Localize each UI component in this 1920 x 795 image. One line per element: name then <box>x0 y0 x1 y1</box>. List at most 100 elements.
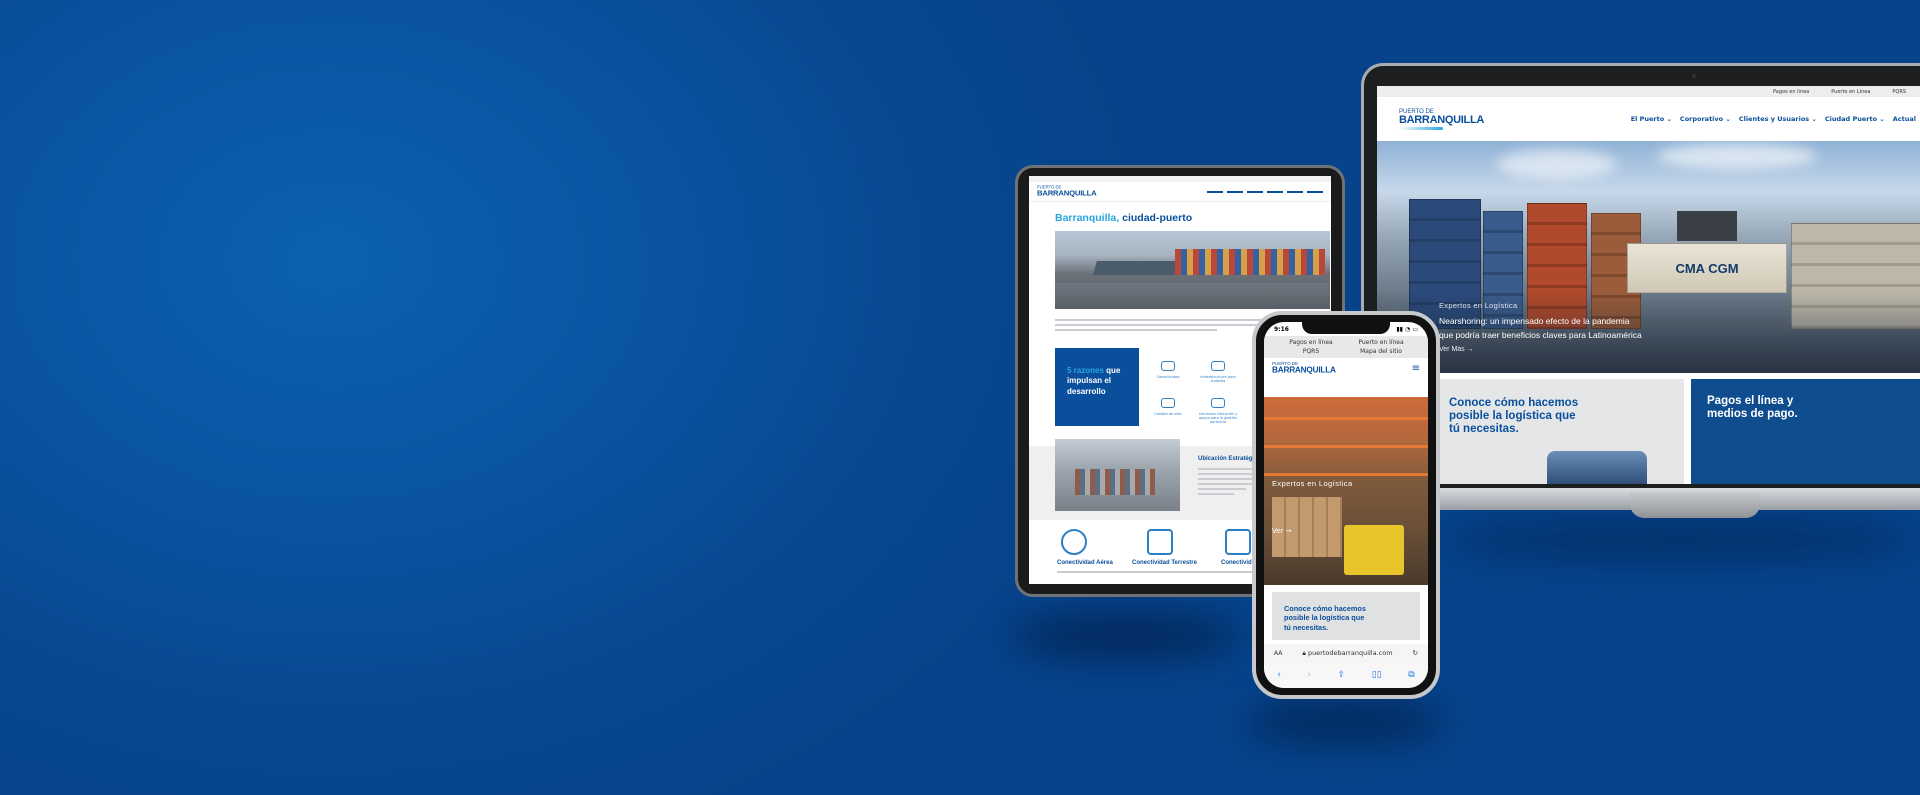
tabs-icon[interactable]: ⧉ <box>1408 670 1414 680</box>
hero-headline-1: Nearshoring: un impensado efecto de la p… <box>1439 316 1630 326</box>
reload-icon[interactable]: ↻ <box>1413 649 1418 657</box>
laptop-utility-bar: Pagos en linea Puerto en Línea PQRS <box>1377 86 1920 97</box>
sea-connectivity-icon <box>1225 529 1251 555</box>
menu-item[interactable] <box>1247 190 1263 193</box>
logistics-card-line-3: tú necesitas. <box>1449 423 1519 436</box>
feature-label-3: Calidad de vida <box>1154 412 1182 416</box>
reasons-rest-2: impulsan el <box>1067 376 1112 386</box>
tablet-logo[interactable]: PUERTO DE BARRANQUILLA <box>1037 186 1097 198</box>
logo-line-2: BARRANQUILLA <box>1399 113 1485 126</box>
hero-kicker: Expertos en Logística <box>1439 301 1518 310</box>
tablet-page-title: Barranquilla, ciudad-puerto <box>1029 202 1331 224</box>
arrow-right-icon: → <box>1285 527 1292 535</box>
phone-link-puerto[interactable]: Puerto en línea <box>1358 339 1403 346</box>
payments-card-line-2: medios de pago. <box>1707 408 1798 421</box>
title-rest: ciudad-puerto <box>1119 212 1193 224</box>
phone-card-line-1: Conoce cómo hacemos <box>1284 604 1366 613</box>
menu-actualidad[interactable]: Actual <box>1893 115 1916 123</box>
rack-beam <box>1264 473 1428 476</box>
laptop-navbar: PUERTO DE BARRANQUILLA El Puerto ⌄ Corpo… <box>1377 97 1920 141</box>
back-icon[interactable]: ‹ <box>1277 670 1281 680</box>
arrow-right-icon: → <box>1466 346 1474 353</box>
hamburger-menu-icon[interactable]: ≡ <box>1412 363 1420 374</box>
menu-clientes[interactable]: Clientes y Usuarios ⌄ <box>1739 115 1817 123</box>
logistics-card-line-2: posible la logística que <box>1449 410 1576 423</box>
phone-link-mapa[interactable]: Mapa del sitio <box>1360 348 1402 355</box>
payments-card-line-1: Pagos el línea y <box>1707 395 1794 407</box>
container-brand-label: CMA CGM <box>1675 260 1739 276</box>
port-terminal <box>1075 469 1155 495</box>
reasons-box: 5 razones que impulsan el desarrollo <box>1055 348 1139 426</box>
url-field[interactable]: 🔒︎ puertodebarranquilla.com <box>1302 649 1392 658</box>
logistics-card-line-1: Conoce cómo hacemos <box>1449 397 1579 409</box>
rack-beam <box>1264 417 1428 420</box>
phone-logo[interactable]: PUERTO DE BARRANQUILLA <box>1272 362 1336 375</box>
phone-logistics-card[interactable]: Conoce cómo hacemos posible la logística… <box>1272 592 1420 640</box>
hero-more-label: Ver Más <box>1439 346 1465 353</box>
feature-label-4: Cercanías Ubicación y apoyo para la gest… <box>1198 412 1238 424</box>
utility-link-pqrs[interactable]: PQRS <box>1892 89 1906 95</box>
phone-hero-more-label: Ver <box>1272 527 1284 535</box>
phone-card-line-2: posible la logística que <box>1284 613 1365 623</box>
phone-shadow <box>1245 700 1445 744</box>
payments-card[interactable]: Pagos el línea y medios de pago. <box>1691 379 1920 484</box>
reasons-rest-3: desarrollo <box>1067 386 1106 396</box>
forklift <box>1344 525 1404 575</box>
url-text: puertodebarranquilla.com <box>1307 648 1393 657</box>
menu-item[interactable] <box>1227 190 1243 193</box>
port-aerial-photo <box>1055 231 1330 309</box>
utility-link-pagos[interactable]: Pagos en linea <box>1773 89 1809 95</box>
text-size-button[interactable]: AA <box>1274 650 1282 657</box>
cloud <box>1497 149 1617 179</box>
phone-screen: 9:16 ▮▮ ◔ ▭ Pagos en línea Puerto en lín… <box>1264 322 1428 688</box>
share-icon[interactable]: ⇪ <box>1338 670 1346 680</box>
warehouse-hero-image: Expertos en Logística Ver → <box>1264 397 1428 585</box>
menu-corporativo[interactable]: Corporativo ⌄ <box>1680 115 1731 123</box>
rack-beam <box>1264 445 1428 448</box>
browser-address-bar[interactable]: AA 🔒︎ puertodebarranquilla.com ↻ <box>1264 644 1428 662</box>
crane <box>1677 211 1737 241</box>
phone-link-pagos[interactable]: Pagos en línea <box>1289 339 1332 346</box>
feature-label-1: Conectividad <box>1156 375 1180 379</box>
browser-toolbar: ‹ › ⇪ ▯▯ ⧉ <box>1264 662 1428 688</box>
tablet-shadow <box>1010 612 1240 660</box>
phone-hero-more[interactable]: Ver → <box>1272 527 1292 535</box>
menu-item[interactable] <box>1307 190 1323 193</box>
hero-caption: Expertos en Logística Nearshoring: un im… <box>1439 301 1642 353</box>
tablet-menu <box>1207 190 1323 193</box>
logistics-card-image <box>1547 451 1647 484</box>
logistics-card[interactable]: Conoce cómo hacemos posible la logística… <box>1437 379 1684 484</box>
hero-banner: Pagos en linea Puerto en Línea PQRS PUER… <box>0 0 1920 795</box>
menu-item[interactable] <box>1207 190 1223 193</box>
menu-ciudad-puerto[interactable]: Ciudad Puerto ⌄ <box>1825 115 1885 123</box>
phone-navbar: PUERTO DE BARRANQUILLA ≡ <box>1264 358 1428 378</box>
phone-notch <box>1302 322 1390 334</box>
tablet-navbar: PUERTO DE BARRANQUILLA <box>1029 182 1331 202</box>
utility-link-puerto[interactable]: Puerto en Línea <box>1831 89 1870 95</box>
reasons-rest-1: que <box>1103 366 1121 375</box>
status-icons: ▮▮ ◔ ▭ <box>1396 325 1418 333</box>
title-highlight: Barranquilla, <box>1055 212 1120 224</box>
infrastructure-icon <box>1211 361 1225 371</box>
phone-link-pqrs[interactable]: PQRS <box>1303 348 1319 355</box>
status-time: 9:16 <box>1274 325 1289 333</box>
laptop-main-menu: El Puerto ⌄ Corporativo ⌄ Clientes y Usu… <box>1631 115 1920 123</box>
feature-label-2: Infraestructura para sudarios <box>1200 375 1236 383</box>
connectivity-land: Conectividad Terrestre <box>1132 560 1197 566</box>
menu-item[interactable] <box>1287 190 1303 193</box>
hero-more-link[interactable]: Ver Más → <box>1439 346 1642 353</box>
connectivity-icon <box>1161 361 1175 371</box>
hero-kicker: Expertos en Logística <box>1272 479 1353 488</box>
menu-el-puerto[interactable]: El Puerto ⌄ <box>1631 115 1672 123</box>
tablet-logo-line-2: BARRANQUILLA <box>1037 189 1097 198</box>
lock-icon: 🔒︎ <box>1302 648 1306 657</box>
forward-icon[interactable]: › <box>1307 670 1311 680</box>
bookmarks-icon[interactable]: ▯▯ <box>1372 670 1382 680</box>
laptop-camera <box>1692 74 1696 78</box>
connectivity-third: Conectivid <box>1221 560 1252 566</box>
menu-item[interactable] <box>1267 190 1283 193</box>
location-text-lines <box>1198 468 1258 498</box>
site-logo[interactable]: PUERTO DE BARRANQUILLA <box>1399 109 1484 130</box>
containers <box>1175 249 1325 275</box>
hero-headline-2: que podría traer beneficios claves para … <box>1439 330 1642 340</box>
